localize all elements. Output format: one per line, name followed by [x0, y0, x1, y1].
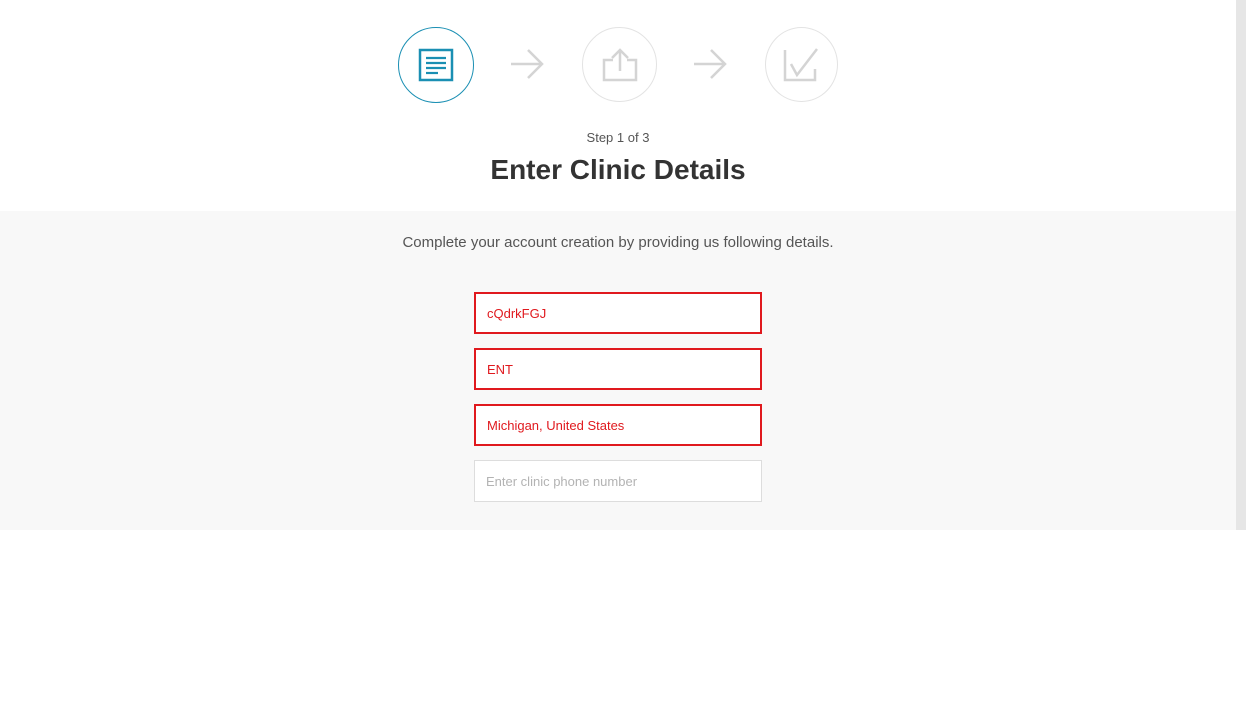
scrollbar[interactable]: [1236, 0, 1246, 530]
step-confirm[interactable]: [765, 27, 838, 102]
progress-stepper: [0, 27, 1236, 103]
upload-icon: [602, 47, 637, 81]
arrow-right-icon: [511, 49, 544, 79]
form-instructions: Complete your account creation by provid…: [402, 234, 834, 251]
step-upload[interactable]: [582, 27, 657, 102]
clinic-phone-field[interactable]: [474, 460, 762, 502]
step-indicator: Step 1 of 3: [586, 130, 650, 145]
step-details[interactable]: [398, 27, 474, 103]
arrow-right-icon: [694, 49, 727, 79]
clinic-registration-page: Step 1 of 3 Enter Clinic Details Complet…: [0, 0, 1246, 718]
checkmark-icon: [783, 47, 818, 81]
clinic-name-field[interactable]: [474, 292, 762, 334]
clinic-details-form: Complete your account creation by provid…: [0, 211, 1236, 530]
page-title: Enter Clinic Details: [490, 154, 746, 185]
clinic-specialty-field[interactable]: [474, 348, 762, 390]
document-icon: [418, 48, 454, 82]
clinic-location-field[interactable]: [474, 404, 762, 446]
